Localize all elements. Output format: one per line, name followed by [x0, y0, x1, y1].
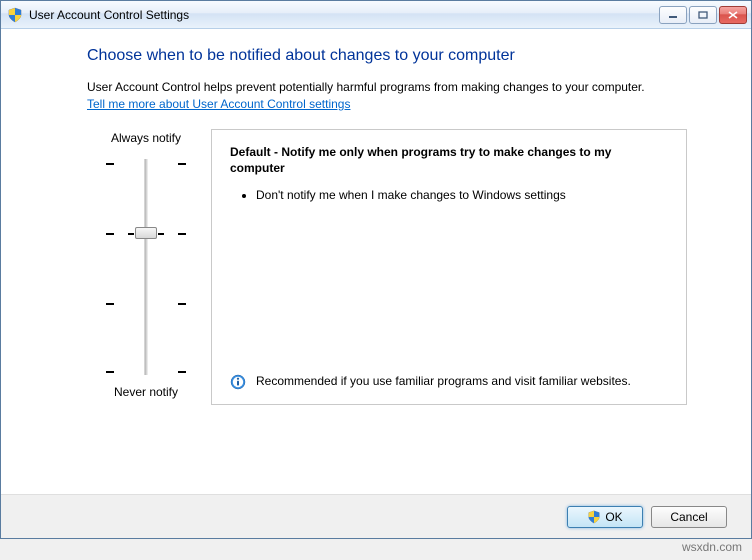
description-list: Don't notify me when I make changes to W…	[230, 187, 668, 209]
notification-slider[interactable]	[106, 153, 186, 381]
maximize-icon	[698, 11, 708, 19]
slider-column: Always notify Never notify	[87, 129, 205, 405]
intro-text: User Account Control helps prevent poten…	[87, 79, 687, 95]
slider-thumb[interactable]	[135, 227, 157, 239]
close-icon	[728, 11, 738, 19]
uac-shield-icon	[7, 7, 23, 23]
ok-button[interactable]: OK	[567, 506, 643, 528]
slider-tick	[106, 371, 186, 373]
cancel-button[interactable]: Cancel	[651, 506, 727, 528]
slider-tick	[106, 163, 186, 165]
info-icon	[230, 374, 246, 390]
slider-tick	[106, 303, 186, 305]
minimize-button[interactable]	[659, 6, 687, 24]
slider-label-bottom: Never notify	[114, 385, 178, 399]
ok-button-label: OK	[605, 510, 622, 524]
window-controls	[659, 6, 747, 24]
content-area: Choose when to be notified about changes…	[1, 29, 751, 494]
slider-label-top: Always notify	[111, 131, 181, 145]
main-row: Always notify Never notify Default - Not…	[87, 129, 687, 405]
description-title: Default - Notify me only when programs t…	[230, 144, 668, 176]
maximize-button[interactable]	[689, 6, 717, 24]
watermark: wsxdn.com	[682, 540, 742, 554]
slider-track	[145, 159, 148, 375]
cancel-button-label: Cancel	[670, 510, 707, 524]
button-bar: OK Cancel	[1, 494, 751, 538]
recommendation-row: Recommended if you use familiar programs…	[230, 363, 668, 390]
uac-shield-icon	[587, 510, 601, 524]
recommendation-text: Recommended if you use familiar programs…	[256, 373, 651, 389]
titlebar[interactable]: User Account Control Settings	[1, 1, 751, 29]
description-bullet: Don't notify me when I make changes to W…	[256, 187, 668, 203]
page-heading: Choose when to be notified about changes…	[87, 47, 687, 65]
help-link[interactable]: Tell me more about User Account Control …	[87, 97, 350, 111]
window-title: User Account Control Settings	[29, 8, 659, 22]
close-button[interactable]	[719, 6, 747, 24]
minimize-icon	[668, 11, 678, 19]
uac-settings-window: User Account Control Settings Choose whe…	[0, 0, 752, 539]
description-panel: Default - Notify me only when programs t…	[211, 129, 687, 405]
